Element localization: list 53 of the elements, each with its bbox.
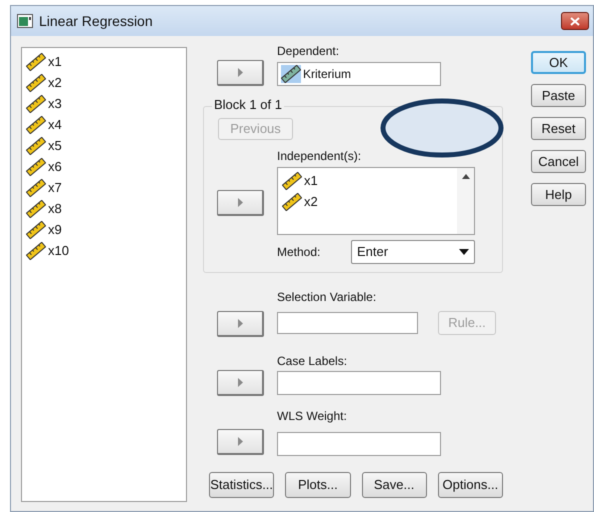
dialog-button[interactable]: Cancel [531,150,586,173]
dropdown-arrow-icon [459,249,469,255]
method-dropdown[interactable]: Enter [351,240,475,264]
dialog-button[interactable]: Plots... [285,472,350,498]
case-labels-field[interactable] [277,371,441,395]
method-label: Method: [277,244,322,261]
independents-list[interactable]: x1 x2 [277,167,475,235]
move-arrow-button[interactable] [217,60,264,86]
dialog-button[interactable]: Options... [438,472,503,498]
dialog-button[interactable]: OK [531,51,586,74]
variable-name[interactable]: x7 [48,178,62,198]
variable-name[interactable]: x5 [48,136,62,156]
move-arrow-button[interactable] [217,190,264,216]
dependent-label: Dependent: [277,43,340,59]
selection-variable-field[interactable] [277,312,418,334]
dialog-button[interactable]: Help [531,183,586,206]
wls-weight-field[interactable] [277,432,441,456]
variable-name[interactable]: x10 [48,240,69,260]
move-arrow-button[interactable] [217,311,264,337]
right-arrow-icon [238,68,242,77]
variable-name[interactable]: x1 [304,170,318,190]
variable-name[interactable]: x4 [48,114,62,134]
right-arrow-icon [238,378,242,387]
method-value: Enter [357,243,390,262]
variable-name[interactable]: x9 [48,220,62,240]
scrollbar[interactable] [457,168,474,234]
variable-name[interactable]: x2 [304,192,318,212]
variable-name[interactable]: x6 [48,156,62,176]
right-arrow-icon [238,198,242,207]
variable-name[interactable]: x8 [48,198,62,218]
dependent-variable[interactable]: Kriterium [303,65,352,83]
case-labels-label: Case Labels: [277,353,348,369]
variable-name[interactable]: x3 [48,94,62,114]
variable-name[interactable]: x1 [48,52,62,72]
move-arrow-button[interactable] [217,370,264,396]
scroll-up-icon[interactable] [462,174,470,179]
selection-variable-label: Selection Variable: [277,289,378,305]
dialog-button[interactable]: Paste [531,84,586,107]
right-arrow-icon [238,437,242,446]
variable-list[interactable]: x1 x2 x3 x4 x5 x6 x7 x8 x9 x10 [21,47,187,502]
close-icon [570,16,580,26]
variable-name[interactable]: x2 [48,72,62,92]
close-button[interactable] [561,12,589,30]
wls-weight-label: WLS Weight: [277,408,348,424]
window-icon [17,14,33,28]
dialog-button[interactable]: Reset [531,117,586,140]
dependent-field[interactable]: Kriterium [277,62,441,86]
move-arrow-button[interactable] [217,429,264,455]
dialog-button[interactable]: Save... [362,472,427,498]
right-arrow-icon [238,319,242,328]
window-title: Linear Regression [39,12,153,31]
dialog-button[interactable]: Statistics... [209,472,274,498]
independents-label: Independent(s): [277,148,362,164]
